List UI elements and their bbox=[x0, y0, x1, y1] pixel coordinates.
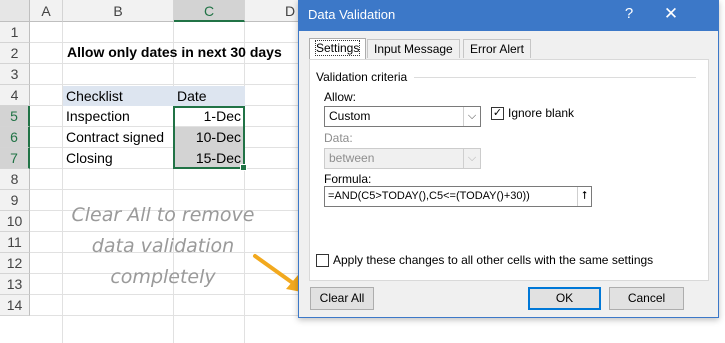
help-icon[interactable]: ? bbox=[619, 5, 639, 22]
row-header[interactable]: 3 bbox=[0, 64, 30, 85]
column-header-c[interactable]: C bbox=[174, 0, 245, 22]
formula-label: Formula: bbox=[324, 172, 372, 186]
row-header[interactable]: 14 bbox=[0, 295, 30, 316]
dialog-title: Data Validation bbox=[308, 7, 396, 22]
row-header[interactable]: 10 bbox=[0, 211, 30, 232]
row-header[interactable]: 13 bbox=[0, 274, 30, 295]
gridline bbox=[62, 22, 63, 343]
gridline bbox=[30, 63, 300, 64]
tab-input-message[interactable]: Input Message bbox=[367, 39, 460, 58]
chevron-down-icon[interactable]: ⌵ bbox=[463, 149, 480, 168]
ok-button[interactable]: OK bbox=[528, 287, 601, 310]
data-validation-dialog: Data Validation ? ✕ Settings Input Messa… bbox=[298, 0, 719, 318]
table-header-date[interactable]: Date bbox=[174, 86, 245, 106]
allow-label: Allow: bbox=[324, 90, 357, 104]
allow-select[interactable]: Custom ⌵ bbox=[324, 106, 481, 127]
formula-input[interactable]: =AND(C5>TODAY(),C5<=(TODAY()+30)) bbox=[324, 186, 592, 207]
row-header[interactable]: 7 bbox=[0, 148, 30, 169]
data-select[interactable]: between ⌵ bbox=[324, 148, 481, 169]
tab-error-alert[interactable]: Error Alert bbox=[463, 39, 532, 58]
group-divider bbox=[414, 77, 696, 78]
row-header[interactable]: 1 bbox=[0, 22, 30, 43]
allow-select-value: Custom bbox=[329, 109, 371, 123]
close-icon[interactable]: ✕ bbox=[661, 4, 681, 24]
dialog-titlebar[interactable]: Data Validation ? ✕ bbox=[299, 1, 718, 31]
clear-all-button[interactable]: Clear All bbox=[310, 287, 374, 310]
row-header[interactable]: 11 bbox=[0, 232, 30, 253]
gridline bbox=[30, 42, 300, 43]
column-header-a[interactable]: A bbox=[30, 0, 63, 22]
table-cell-checklist[interactable]: Contract signed bbox=[63, 127, 174, 148]
gridline bbox=[30, 84, 300, 85]
table-cell-checklist[interactable]: Closing bbox=[63, 148, 174, 169]
row-header[interactable]: 2 bbox=[0, 43, 30, 64]
table-header-checklist[interactable]: Checklist bbox=[63, 86, 174, 106]
row-header[interactable]: 5 bbox=[0, 106, 30, 127]
row-header[interactable]: 8 bbox=[0, 169, 30, 190]
annotation-line: Clear All to remove bbox=[71, 204, 255, 226]
settings-panel: Validation criteria Allow: Custom ⌵ ✓ Ig… bbox=[309, 59, 709, 281]
validation-criteria-label: Validation criteria bbox=[316, 70, 408, 84]
gridline bbox=[30, 315, 300, 316]
table-cell-checklist[interactable]: Inspection bbox=[63, 106, 174, 127]
cancel-button[interactable]: Cancel bbox=[609, 287, 684, 310]
apply-all-checkbox[interactable] bbox=[316, 254, 329, 267]
row-header[interactable]: 4 bbox=[0, 85, 30, 106]
gridline bbox=[30, 189, 300, 190]
fill-handle[interactable] bbox=[240, 164, 247, 171]
chevron-down-icon[interactable]: ⌵ bbox=[463, 107, 480, 126]
ignore-blank-checkbox[interactable]: ✓ bbox=[491, 107, 504, 120]
data-label: Data: bbox=[324, 131, 353, 145]
row-header[interactable]: 6 bbox=[0, 127, 30, 148]
row-header[interactable]: 9 bbox=[0, 190, 30, 211]
gridline bbox=[173, 22, 174, 343]
tab-settings[interactable]: Settings bbox=[309, 38, 367, 59]
selection-range bbox=[173, 106, 247, 171]
tab-error-alert-label: Error Alert bbox=[470, 42, 525, 56]
row-header[interactable]: 12 bbox=[0, 253, 30, 274]
select-all-corner[interactable] bbox=[0, 0, 30, 22]
column-header-b[interactable]: B bbox=[63, 0, 174, 22]
tab-settings-label: Settings bbox=[314, 40, 361, 56]
sheet-title: Allow only dates in next 30 days bbox=[67, 44, 282, 60]
tab-input-message-label: Input Message bbox=[374, 42, 453, 56]
data-select-value: between bbox=[329, 151, 375, 165]
range-select-icon[interactable]: ⭡ bbox=[577, 187, 591, 206]
ignore-blank-label: Ignore blank bbox=[508, 106, 575, 120]
apply-all-label: Apply these changes to all other cells w… bbox=[333, 253, 654, 267]
